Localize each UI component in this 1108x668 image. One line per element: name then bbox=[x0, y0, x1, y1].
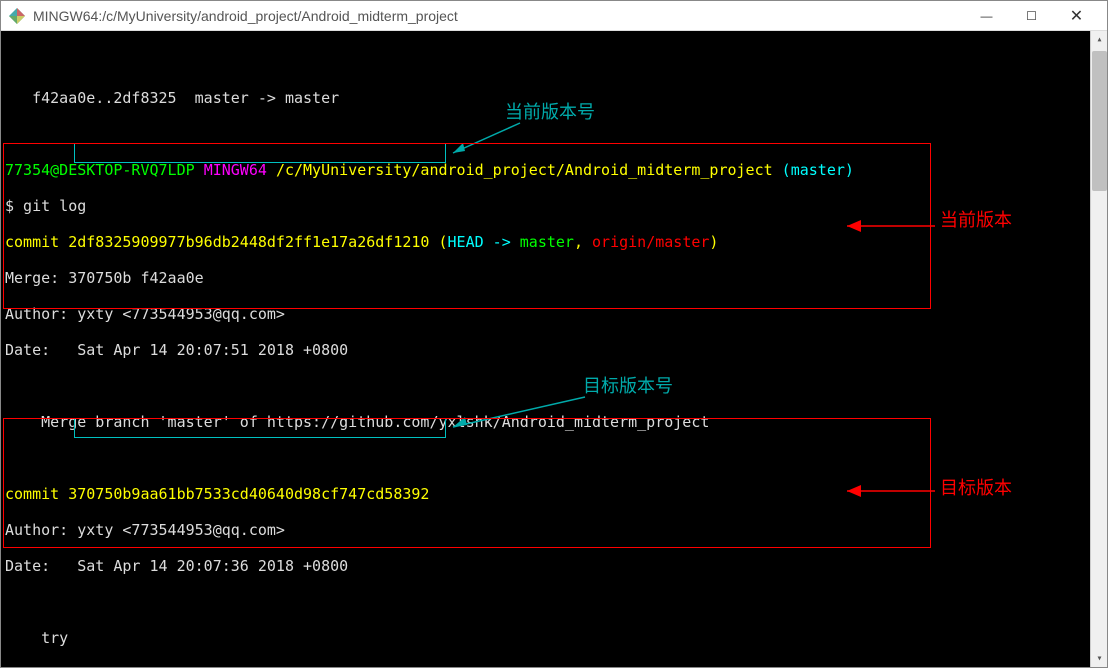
prompt-user: 77354@DESKTOP-RVQ7LDP bbox=[5, 161, 195, 179]
current-hash-box bbox=[74, 143, 446, 163]
maximize-button[interactable]: ☐ bbox=[1009, 2, 1054, 30]
window-controls: — ☐ ✕ bbox=[964, 2, 1099, 30]
commit-1-date: Date: Sat Apr 14 20:07:51 2018 +0800 bbox=[5, 341, 1089, 359]
minimize-button[interactable]: — bbox=[964, 2, 1009, 30]
scroll-up-arrow[interactable]: ▴ bbox=[1091, 31, 1107, 48]
terminal-content: f42aa0e..2df8325 master -> master 77354@… bbox=[5, 71, 1089, 667]
commit-2-author: Author: yxty <773544953@qq.com> bbox=[5, 521, 1089, 539]
commit-1-hash: 2df8325909977b96db2448df2ff1e17a26df1210 bbox=[68, 233, 429, 251]
push-summary: f42aa0e..2df8325 master -> master bbox=[5, 89, 1089, 107]
prompt-line: 77354@DESKTOP-RVQ7LDP MINGW64 /c/MyUnive… bbox=[5, 161, 1089, 179]
titlebar: MINGW64:/c/MyUniversity/android_project/… bbox=[1, 1, 1107, 31]
commit-2-header: commit 370750b9aa61bb7533cd40640d98cf747… bbox=[5, 485, 1089, 503]
commit-1-author: Author: yxty <773544953@qq.com> bbox=[5, 305, 1089, 323]
commit-1-merge: Merge: 370750b f42aa0e bbox=[5, 269, 1089, 287]
app-icon bbox=[9, 8, 25, 24]
prompt-branch: (master) bbox=[782, 161, 854, 179]
commit-2-hash: 370750b9aa61bb7533cd40640d98cf747cd58392 bbox=[68, 485, 429, 503]
terminal-window: MINGW64:/c/MyUniversity/android_project/… bbox=[0, 0, 1108, 668]
scroll-down-arrow[interactable]: ▾ bbox=[1091, 650, 1107, 667]
commit-1-header: commit 2df8325909977b96db2448df2ff1e17a2… bbox=[5, 233, 1089, 251]
scrollbar-thumb[interactable] bbox=[1092, 51, 1107, 191]
window-title: MINGW64:/c/MyUniversity/android_project/… bbox=[33, 8, 964, 24]
git-command: $ git log bbox=[5, 197, 1089, 215]
commit-1-msg: Merge branch 'master' of https://github.… bbox=[5, 413, 1089, 431]
commit-2-msg: try bbox=[5, 629, 1089, 647]
scrollbar[interactable]: ▴ ▾ bbox=[1090, 31, 1107, 667]
prompt-path: /c/MyUniversity/android_project/Android_… bbox=[276, 161, 773, 179]
commit-2-date: Date: Sat Apr 14 20:07:36 2018 +0800 bbox=[5, 557, 1089, 575]
prompt-sys: MINGW64 bbox=[204, 161, 267, 179]
terminal-body[interactable]: f42aa0e..2df8325 master -> master 77354@… bbox=[1, 31, 1107, 667]
close-button[interactable]: ✕ bbox=[1054, 2, 1099, 30]
